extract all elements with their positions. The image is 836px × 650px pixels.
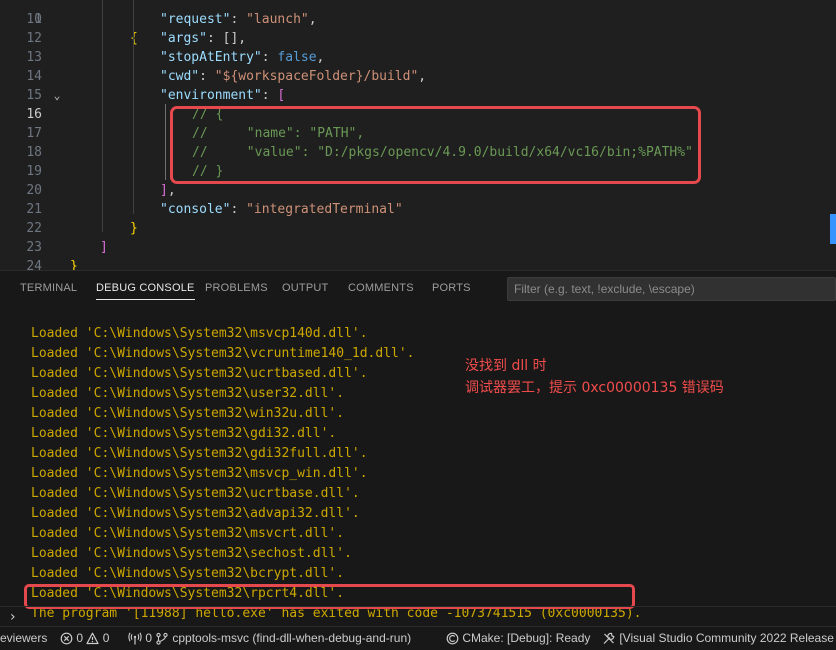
indent-guide xyxy=(102,0,103,232)
code-line: 15 ⌄ "environment": [ xyxy=(0,86,836,105)
error-icon xyxy=(60,632,73,645)
line-number: 14 xyxy=(26,69,42,84)
line-number: 13 xyxy=(26,50,42,65)
code-editor[interactable]: 0 { 11"request": "launch",12"args": [],1… xyxy=(0,0,836,270)
output-line: Loaded 'C:\Windows\System32\vcruntime140… xyxy=(31,346,415,361)
output-line: Loaded 'C:\Windows\System32\ucrtbased.dl… xyxy=(31,366,368,381)
code-line: 23] xyxy=(0,238,836,257)
line-number: 16 xyxy=(26,107,42,122)
tools-icon xyxy=(603,633,615,645)
ports-antenna-icon xyxy=(128,632,142,645)
code-text: ], xyxy=(160,183,176,198)
output-line: Loaded 'C:\Windows\System32\gdi32.dll'. xyxy=(31,426,337,441)
line-number: 23 xyxy=(26,240,42,255)
line-number: 19 xyxy=(26,164,42,179)
annotation-line-1: 没找到 dll 时 xyxy=(465,358,547,374)
line-number: 20 xyxy=(26,183,42,198)
fold-chevron-icon[interactable]: ⌄ xyxy=(51,86,63,105)
warning-count: 0 xyxy=(102,631,110,645)
output-line: Loaded 'C:\Windows\System32\advapi32.dll… xyxy=(31,506,360,521)
warning-icon xyxy=(86,632,99,645)
output-line: Loaded 'C:\Windows\System32\gdi32full.dl… xyxy=(31,446,368,461)
output-line: Loaded 'C:\Windows\System32\sechost.dll'… xyxy=(31,546,352,561)
line-number: 22 xyxy=(26,221,42,236)
code-line: 11 "request": "launch", xyxy=(0,10,836,29)
code-text: ] xyxy=(100,240,108,255)
status-problems[interactable]: 0 0 xyxy=(60,627,109,650)
output-line: Loaded 'C:\Windows\System32\ucrtbase.dll… xyxy=(31,486,360,501)
code-line: 12 "args": [], xyxy=(0,29,836,48)
ports-count: 0 xyxy=(145,631,153,645)
output-line: Loaded 'C:\Windows\System32\bcrypt.dll'. xyxy=(31,566,345,581)
status-project[interactable]: cpptools-msvc (find-dll-when-debug-and-r… xyxy=(155,627,411,650)
code-text: "environment": [ xyxy=(160,88,286,103)
kit-label: [Visual Studio Community 2022 Release - xyxy=(619,631,836,645)
tab-ports[interactable]: PORTS xyxy=(432,271,471,305)
code-text: "request": "launch", xyxy=(160,12,317,27)
status-kit[interactable]: [Visual Studio Community 2022 Release - xyxy=(602,627,836,650)
line-number: 17 xyxy=(26,126,42,141)
line-number: 24 xyxy=(26,259,42,270)
debug-console-input[interactable]: › xyxy=(0,606,836,627)
tab-output[interactable]: OUTPUT xyxy=(282,271,328,305)
code-text: "cwd": "${workspaceFolder}/build", xyxy=(160,69,427,84)
line-number: 18 xyxy=(26,145,42,160)
code-line: 24} xyxy=(0,257,836,270)
tab-problems[interactable]: PROBLEMS xyxy=(205,271,268,305)
output-line: Loaded 'C:\Windows\System32\msvcp140d.dl… xyxy=(31,326,368,341)
cmake-status-icon xyxy=(446,632,459,645)
output-line: Loaded 'C:\Windows\System32\msvcrt.dll'. xyxy=(31,526,345,541)
output-line: Loaded 'C:\Windows\System32\user32.dll'. xyxy=(31,386,345,401)
status-reviewers-label: eviewers xyxy=(0,631,48,645)
code-line: 13 "stopAtEntry": false, xyxy=(0,48,836,67)
highlight-box-environment xyxy=(170,106,701,184)
annotation-line-2: 调试器罢工，提示 0xc00000135 错误码 xyxy=(465,380,724,396)
line-number: 11 xyxy=(26,12,42,27)
prompt-chevron-icon: › xyxy=(10,609,16,625)
status-bar: eviewers 0 0 0 cpptools-msvc (find-dll-w… xyxy=(0,626,836,650)
code-text: "args": [], xyxy=(160,31,247,46)
code-text: } xyxy=(70,259,78,270)
status-reviewers[interactable]: eviewers xyxy=(0,627,47,650)
cmake-label: CMake: [Debug]: Ready xyxy=(462,631,591,645)
code-line: 21 "console": "integratedTerminal" xyxy=(0,200,836,219)
output-line: Loaded 'C:\Windows\System32\win32u.dll'. xyxy=(31,406,345,421)
line-number: 15 xyxy=(26,88,42,103)
project-label: cpptools-msvc (find-dll-when-debug-and-r… xyxy=(172,631,412,645)
code-line: 22} xyxy=(0,219,836,238)
panel-tabs: TERMINAL DEBUG CONSOLE PROBLEMS OUTPUT C… xyxy=(0,271,836,305)
output-line: Loaded 'C:\Windows\System32\msvcp_win.dl… xyxy=(31,466,368,481)
status-cmake[interactable]: CMake: [Debug]: Ready xyxy=(446,627,590,650)
tab-debug-console[interactable]: DEBUG CONSOLE xyxy=(96,271,195,305)
code-text: "console": "integratedTerminal" xyxy=(160,202,403,217)
code-text: } xyxy=(130,221,138,236)
bottom-panel: TERMINAL DEBUG CONSOLE PROBLEMS OUTPUT C… xyxy=(0,270,836,626)
error-count: 0 xyxy=(76,631,84,645)
line-number: 21 xyxy=(26,202,42,217)
code-line: 14 "cwd": "${workspaceFolder}/build", xyxy=(0,67,836,86)
line-number: 12 xyxy=(26,31,42,46)
source-control-branch-icon xyxy=(156,633,168,645)
code-text: "stopAtEntry": false, xyxy=(160,50,325,65)
tab-comments[interactable]: COMMENTS xyxy=(348,271,414,305)
status-ports[interactable]: 0 xyxy=(128,627,152,650)
indent-guide xyxy=(133,0,134,214)
debug-console-filter-input[interactable]: Filter (e.g. text, !exclude, \escape) xyxy=(507,277,836,301)
scrollbar-thumb[interactable] xyxy=(830,214,836,244)
code-line-partial-top: 0 { xyxy=(34,12,138,46)
tab-terminal[interactable]: TERMINAL xyxy=(20,271,77,305)
indent-guide-active xyxy=(165,104,166,180)
